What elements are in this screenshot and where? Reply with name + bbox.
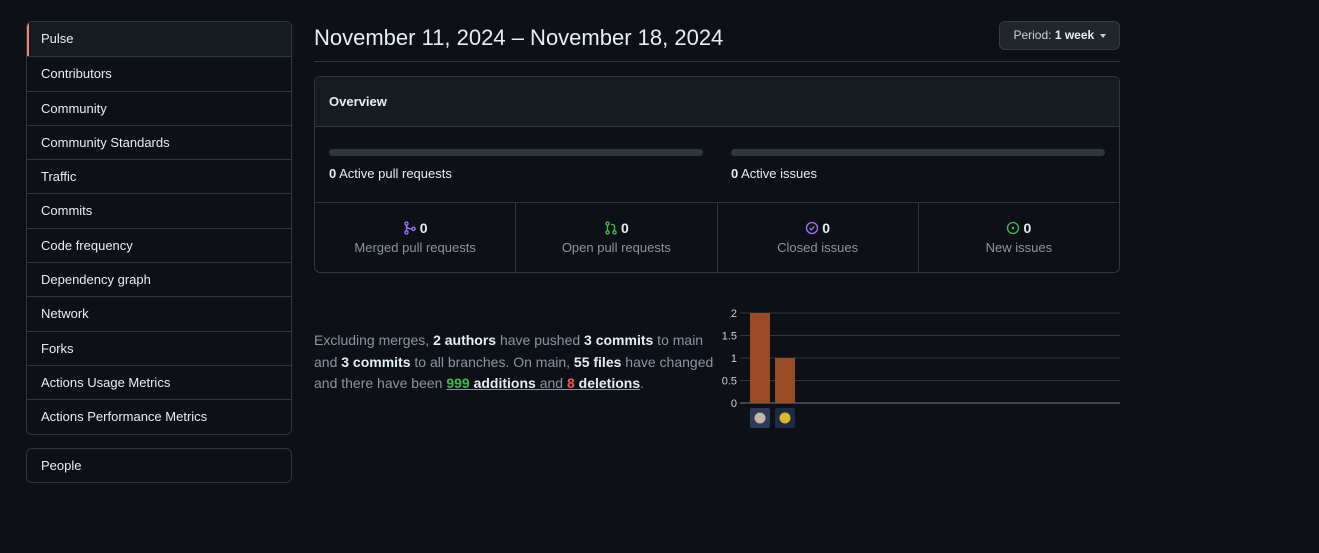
stat-closed-issues[interactable]: 0 Closed issues [716, 203, 918, 272]
issue-opened-icon [1007, 221, 1020, 235]
git-merge-icon [403, 221, 416, 235]
additions-count: 999 [446, 375, 470, 392]
active-prs-count: 0 [329, 166, 337, 181]
contributor-avatar[interactable] [775, 408, 795, 428]
activity-bars: 0 Active pull requests 0 Active issues [315, 127, 1119, 203]
additions-word: additions [473, 375, 536, 392]
summary-text-7: . [640, 375, 645, 392]
chart-y-tick-label: 1.5 [722, 331, 737, 343]
overview-panel: Overview 0 Active pull requests 0 Active… [314, 76, 1120, 273]
files-count: 55 files [573, 353, 622, 370]
chart-y-tick-label: 0 [731, 398, 737, 410]
open-prs-label: Open pull requests [561, 240, 671, 255]
sidebar-item-commits[interactable]: Commits [27, 193, 291, 227]
issue-closed-icon [806, 221, 819, 235]
sidebar-item-network[interactable]: Network [27, 296, 291, 330]
stats-row: 0 Merged pull requests 0 Open pull reque… [315, 203, 1119, 272]
sidebar-item-actions-performance-metrics[interactable]: Actions Performance Metrics [27, 399, 291, 433]
page-title: November 11, 2024 – November 18, 2024 [314, 25, 724, 50]
caret-down-icon [1099, 33, 1106, 38]
deletions-word: deletions [578, 375, 641, 392]
sidebar-item-people[interactable]: People [27, 449, 291, 482]
chart-y-tick-label: 2 [731, 308, 737, 320]
stat-merged-prs[interactable]: 0 Merged pull requests [315, 203, 515, 272]
sidebar-item-contributors[interactable]: Contributors [27, 56, 291, 90]
merged-prs-label: Merged pull requests [354, 240, 476, 255]
commit-summary: Excluding merges, 2 authors have pushed … [314, 330, 719, 395]
summary-text-4: to all branches. On main, [410, 353, 574, 370]
insights-sidebar: Pulse Contributors Community Community Stan… [26, 21, 292, 435]
active-prs-bar [329, 149, 703, 156]
sidebar-item-actions-usage-metrics[interactable]: Actions Usage Metrics [27, 364, 291, 399]
chart-bar[interactable] [775, 358, 795, 403]
sidebar-item-forks[interactable]: Forks [27, 330, 291, 365]
summary-text-1: Excluding merges, [314, 332, 434, 348]
header-divider [314, 61, 1120, 62]
sidebar-item-dependency-graph[interactable]: Dependency graph [27, 262, 291, 296]
chart-y-tick-label: 0.5 [722, 376, 737, 388]
sidebar-item-code-frequency[interactable]: Code frequency [27, 227, 291, 262]
overview-title: Overview [315, 77, 1119, 127]
closed-issues-label: Closed issues [777, 240, 859, 255]
people-sidebar: People [26, 448, 292, 483]
period-label: Period: [1013, 28, 1052, 42]
deletions-count: 8 [566, 375, 575, 392]
sidebar-item-community-standards[interactable]: Community Standards [27, 124, 291, 159]
active-issues-count: 0 [731, 166, 739, 181]
new-issues-label: New issues [985, 240, 1053, 255]
open-prs-count: 0 [620, 220, 629, 236]
active-prs-label: Active pull requests [339, 166, 452, 181]
commits-main-count: 3 commits [584, 332, 654, 348]
stat-new-issues[interactable]: 0 New issues [917, 203, 1119, 272]
commits-all-count: 3 commits [341, 353, 411, 370]
chart-bar[interactable] [750, 313, 770, 403]
period-value: 1 week [1054, 28, 1095, 42]
stat-open-prs[interactable]: 0 Open pull requests [515, 203, 716, 272]
sidebar-item-community[interactable]: Community [27, 90, 291, 125]
additions-deletions-link[interactable]: 999 additions and 8 deletions [446, 375, 640, 391]
sidebar-item-traffic[interactable]: Traffic [27, 159, 291, 193]
closed-issues-count: 0 [822, 220, 831, 236]
chart-y-tick-label: 1 [731, 353, 737, 365]
active-prs-link[interactable]: 0 Active pull requests [329, 166, 452, 181]
authors-count: 2 authors [433, 332, 497, 348]
new-issues-count: 0 [1023, 220, 1032, 236]
period-dropdown-button[interactable]: Period: 1 week [999, 21, 1120, 50]
summary-text-2: have pushed [496, 332, 585, 348]
merged-prs-count: 0 [419, 220, 428, 236]
active-issues-link[interactable]: 0 Active issues [731, 166, 817, 181]
active-issues-label: Active issues [741, 166, 818, 181]
contributors-bar-chart: 0 0.5 1 1.5 2 [722, 308, 1120, 428]
contributor-avatar[interactable] [750, 408, 770, 428]
active-issues-bar [731, 149, 1105, 156]
git-pull-request-icon [605, 221, 617, 235]
summary-text-6: and [535, 375, 567, 392]
sidebar-item-pulse[interactable]: Pulse [27, 22, 291, 57]
